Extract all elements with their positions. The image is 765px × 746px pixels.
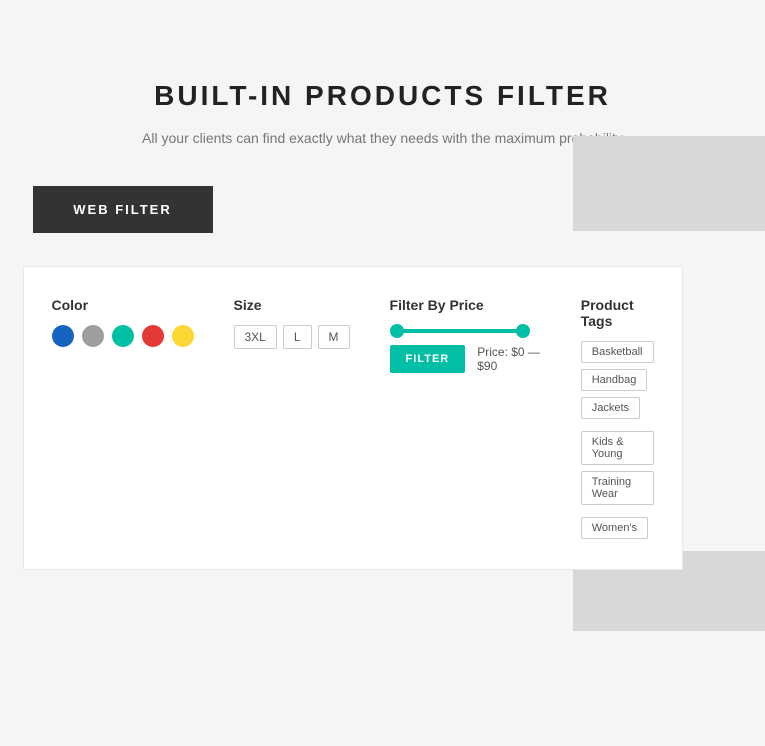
tags-label: Product Tags (581, 297, 654, 329)
price-range-track[interactable] (390, 329, 530, 333)
price-thumb-left[interactable] (390, 324, 404, 338)
tag-kids-young[interactable]: Kids & Young (581, 431, 654, 465)
tags-section: Product Tags Basketball Handbag Jackets … (581, 297, 654, 539)
price-filter-section: Filter By Price FILTER Price: $0 — $90 (390, 297, 541, 539)
color-filter-section: Color (52, 297, 194, 539)
tags-row-3: Women's (581, 517, 654, 539)
tag-womens[interactable]: Women's (581, 517, 648, 539)
color-circles (52, 325, 194, 347)
page-subtitle: All your clients can find exactly what t… (142, 130, 623, 146)
tag-basketball[interactable]: Basketball (581, 341, 654, 363)
web-filter-button[interactable]: WEB FILTER (33, 186, 213, 233)
filter-panel: Color Size 3XL L M (23, 266, 683, 570)
size-3xl[interactable]: 3XL (234, 325, 277, 349)
price-text: Price: $0 — $90 (477, 345, 541, 373)
color-yellow[interactable] (172, 325, 194, 347)
tag-training-wear[interactable]: Training Wear (581, 471, 654, 505)
page-title: BUILT-IN PRODUCTS FILTER (154, 80, 611, 112)
size-l[interactable]: L (283, 325, 312, 349)
filter-btn-row: FILTER Price: $0 — $90 (390, 345, 541, 373)
price-range-fill (390, 329, 530, 333)
price-thumb-right[interactable] (516, 324, 530, 338)
size-filter-section: Size 3XL L M (234, 297, 350, 539)
size-label: Size (234, 297, 350, 313)
size-buttons: 3XL L M (234, 325, 350, 349)
color-label: Color (52, 297, 194, 313)
product-image-top (573, 136, 765, 231)
content-area: WEB FILTER Color Size (33, 186, 733, 233)
tag-jackets[interactable]: Jackets (581, 397, 640, 419)
filter-action-button[interactable]: FILTER (390, 345, 466, 373)
page-container: BUILT-IN PRODUCTS FILTER All your client… (0, 0, 765, 746)
tags-row-1: Basketball Handbag Jackets (581, 341, 654, 419)
price-label: Filter By Price (390, 297, 541, 313)
size-m[interactable]: M (318, 325, 350, 349)
color-blue[interactable] (52, 325, 74, 347)
tag-handbag[interactable]: Handbag (581, 369, 648, 391)
color-teal[interactable] (112, 325, 134, 347)
tags-row-2: Kids & Young Training Wear (581, 431, 654, 505)
color-red[interactable] (142, 325, 164, 347)
color-gray[interactable] (82, 325, 104, 347)
